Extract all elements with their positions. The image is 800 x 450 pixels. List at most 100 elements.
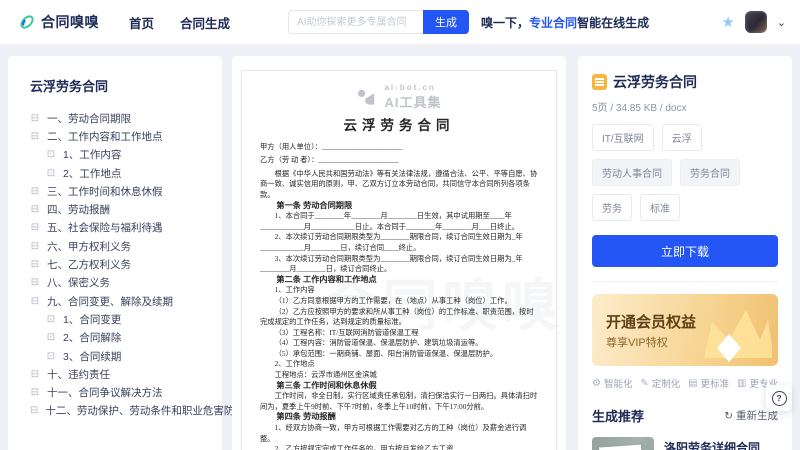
feature-label: 更标准 xyxy=(701,376,730,390)
tag-chip[interactable]: 标准 xyxy=(640,194,680,221)
toc-item[interactable]: 一、劳动合同期限 xyxy=(30,109,222,127)
toc-item-label: 2、工作地点 xyxy=(63,166,121,181)
toc-item-label: 八、保密义务 xyxy=(47,275,110,290)
logo-text: 合同嗅嗅 xyxy=(41,12,99,32)
app-window: 合同嗅嗅 首页合同生成 生成 嗅一下，专业合同智能在线生成 ★ ⌄ 云浮劳务合同… xyxy=(0,0,800,450)
toc-node-icon xyxy=(30,186,40,197)
feature-icon: ⚙ xyxy=(592,378,601,389)
toc-node-icon xyxy=(30,204,40,215)
recommend-item[interactable]: 洛阳劳务详细合同 洛阳劳动人事合同劳务合同劳务详细 xyxy=(592,437,778,450)
feature-label: 定制化 xyxy=(652,376,681,390)
vip-title: 开通会员权益 xyxy=(606,311,696,332)
nav-item[interactable]: 合同生成 xyxy=(180,13,230,32)
favorite-star-icon[interactable]: ★ xyxy=(721,13,734,31)
toc-node-icon xyxy=(46,332,56,343)
regenerate-label: 重新生成 xyxy=(736,410,778,422)
toc-item[interactable]: 十二、劳动保护、劳动条件和职业危害防护 xyxy=(30,402,222,420)
generate-button[interactable]: 生成 xyxy=(423,10,469,34)
tag-chip[interactable]: IT/互联网 xyxy=(592,124,654,151)
toc-item-label: 1、合同变更 xyxy=(63,312,121,327)
vip-banner[interactable]: 开通会员权益 尊享VIP特权 xyxy=(592,294,778,366)
toc-item[interactable]: 2、合同解除 xyxy=(30,329,222,347)
document-preview-panel: 合同嗅嗅 ai-bot.cn AI工具集 云浮劳务合同 甲方（用人单位）：___… xyxy=(232,56,566,450)
top-navbar: 合同嗅嗅 首页合同生成 生成 嗅一下，专业合同智能在线生成 ★ ⌄ xyxy=(0,0,800,45)
contract-paragraph: （3）工程名称：IT/互联网消防管道保温工程 xyxy=(260,328,538,339)
download-button[interactable]: 立即下载 xyxy=(592,235,778,267)
document-page: 合同嗅嗅 ai-bot.cn AI工具集 云浮劳务合同 甲方（用人单位）：___… xyxy=(241,70,557,450)
party-b-line: 乙方（劳 动 者）：______________________ xyxy=(260,155,538,166)
tag-chip[interactable]: 劳动人事合同 xyxy=(592,159,672,186)
contract-paragraph: 3、本次续订劳动合同期限类型为________期限合同，续订合同生效日期为_年_… xyxy=(260,254,538,275)
tag-chip[interactable]: 云浮 xyxy=(662,124,702,151)
app-logo[interactable]: 合同嗅嗅 xyxy=(18,12,99,32)
feature-icon: ▤ xyxy=(688,378,697,389)
toc-item[interactable]: 九、合同变更、解除及续期 xyxy=(30,292,222,310)
detail-panel: 云浮劳务合同 5页 / 34.85 KB / docx IT/互联网云浮劳动人事… xyxy=(578,56,792,450)
user-avatar[interactable] xyxy=(745,11,767,33)
divider xyxy=(592,281,778,282)
toc-node-icon xyxy=(30,405,38,416)
toc-item[interactable]: 3、合同续期 xyxy=(30,347,222,365)
toc-item-label: 十二、劳动保护、劳动条件和职业危害防护 xyxy=(45,403,245,418)
contract-paragraph: 第一条 劳动合同期限 xyxy=(260,201,538,212)
contract-paragraphs: 根据《中华人民共和国劳动法》等有关法律法规，遵循合法、公平、平等自愿、协商一致、… xyxy=(260,169,538,450)
toc-node-icon xyxy=(46,168,56,179)
toc-item-label: 2、合同解除 xyxy=(63,330,121,345)
chevron-down-icon[interactable]: ⌄ xyxy=(777,16,786,29)
toc-node-icon xyxy=(46,149,56,160)
search-bar: 生成 xyxy=(288,10,469,34)
tag-chip[interactable]: 劳务 xyxy=(592,194,632,221)
search-input[interactable] xyxy=(288,10,423,34)
watermark-text: ai-bot.cn AI工具集 xyxy=(384,83,441,111)
toc-node-icon xyxy=(46,314,56,325)
toc-item[interactable]: 十、违约责任 xyxy=(30,365,222,383)
contract-paragraph: 2、本次续订劳动合同期限类型为________期限合同，续订合同生效日期为_年_… xyxy=(260,232,538,253)
toc-item-label: 九、合同变更、解除及续期 xyxy=(47,294,173,309)
toc-sidebar: 云浮劳务合同 一、劳动合同期限 二、工作内容和工作地点 1、工作内容 xyxy=(8,56,222,450)
toc-item[interactable]: 二、工作内容和工作地点 xyxy=(30,127,222,145)
provider-watermark: ai-bot.cn AI工具集 xyxy=(260,83,538,111)
toc-item[interactable]: 2、工作地点 xyxy=(30,164,222,182)
file-meta: 5页 / 34.85 KB / docx xyxy=(592,99,778,114)
vip-subtitle: 尊享VIP特权 xyxy=(606,334,668,350)
toc-node-icon xyxy=(30,131,40,142)
contract-paragraph: 第三条 工作时间和休息休假 xyxy=(260,381,538,392)
contract-paragraph: 工作时间，非全日制，实行区域责任承包制，清扫保洁实行一日两扫。具体清扫时间为，夏… xyxy=(260,391,538,412)
toc-node-icon xyxy=(30,387,40,398)
toc-item-label: 1、工作内容 xyxy=(63,147,121,162)
party-a-line: 甲方（用人单位）：______________________ xyxy=(260,142,538,153)
toc-item[interactable]: 1、工作内容 xyxy=(30,146,222,164)
tag-list: IT/互联网云浮劳动人事合同劳务合同劳务标准 xyxy=(592,124,778,221)
toc-node-icon xyxy=(30,369,40,380)
recommend-info: 洛阳劳务详细合同 洛阳劳动人事合同劳务合同劳务详细 xyxy=(664,437,778,450)
help-floating-button[interactable]: ? xyxy=(766,385,792,411)
toc-node-icon xyxy=(30,113,40,124)
feature-item: ⚙ 智能化 xyxy=(592,376,632,390)
toc-item[interactable]: 八、保密义务 xyxy=(30,274,222,292)
toc-node-icon xyxy=(46,351,56,362)
toc-item-label: 二、工作内容和工作地点 xyxy=(47,129,163,144)
watermark-domain: ai-bot.cn xyxy=(384,83,441,92)
toc-item-label: 七、乙方权利义务 xyxy=(47,257,131,272)
toc-item[interactable]: 十一、合同争议解决方法 xyxy=(30,383,222,401)
toc-item[interactable]: 1、合同变更 xyxy=(30,310,222,328)
recommend-name: 洛阳劳务详细合同 xyxy=(664,439,778,450)
toc-title: 云浮劳务合同 xyxy=(30,76,222,95)
toc-item[interactable]: 七、乙方权利义务 xyxy=(30,255,222,273)
contract-body: 云浮劳务合同 甲方（用人单位）：______________________ 乙… xyxy=(260,121,538,450)
toc-item-label: 十一、合同争议解决方法 xyxy=(47,385,163,400)
contract-paragraph: （2）乙方应按照甲方的要求和所从事工种（岗位）的工作标准、职责范围，按时完成规定… xyxy=(260,307,538,328)
slogan-highlight: 专业合同 xyxy=(529,16,577,30)
feature-row: ⚙ 智能化 ✎ 定制化 ▤ 更标准 ▥ 更专业 xyxy=(592,376,778,390)
toc-node-icon xyxy=(30,241,40,252)
refresh-icon: ↻ xyxy=(724,410,736,422)
logo-icon xyxy=(18,13,36,31)
header-right: ★ ⌄ xyxy=(721,11,786,33)
contract-paragraph: 工程地点：云浮市通州区金滨城 xyxy=(260,370,538,381)
nav-item[interactable]: 首页 xyxy=(129,13,154,32)
toc-item[interactable]: 六、甲方权利义务 xyxy=(30,237,222,255)
toc-item[interactable]: 五、社会保险与福利待遇 xyxy=(30,219,222,237)
toc-item[interactable]: 四、劳动报酬 xyxy=(30,200,222,218)
toc-item[interactable]: 三、工作时间和休息休假 xyxy=(30,182,222,200)
tag-chip[interactable]: 劳务合同 xyxy=(680,159,740,186)
